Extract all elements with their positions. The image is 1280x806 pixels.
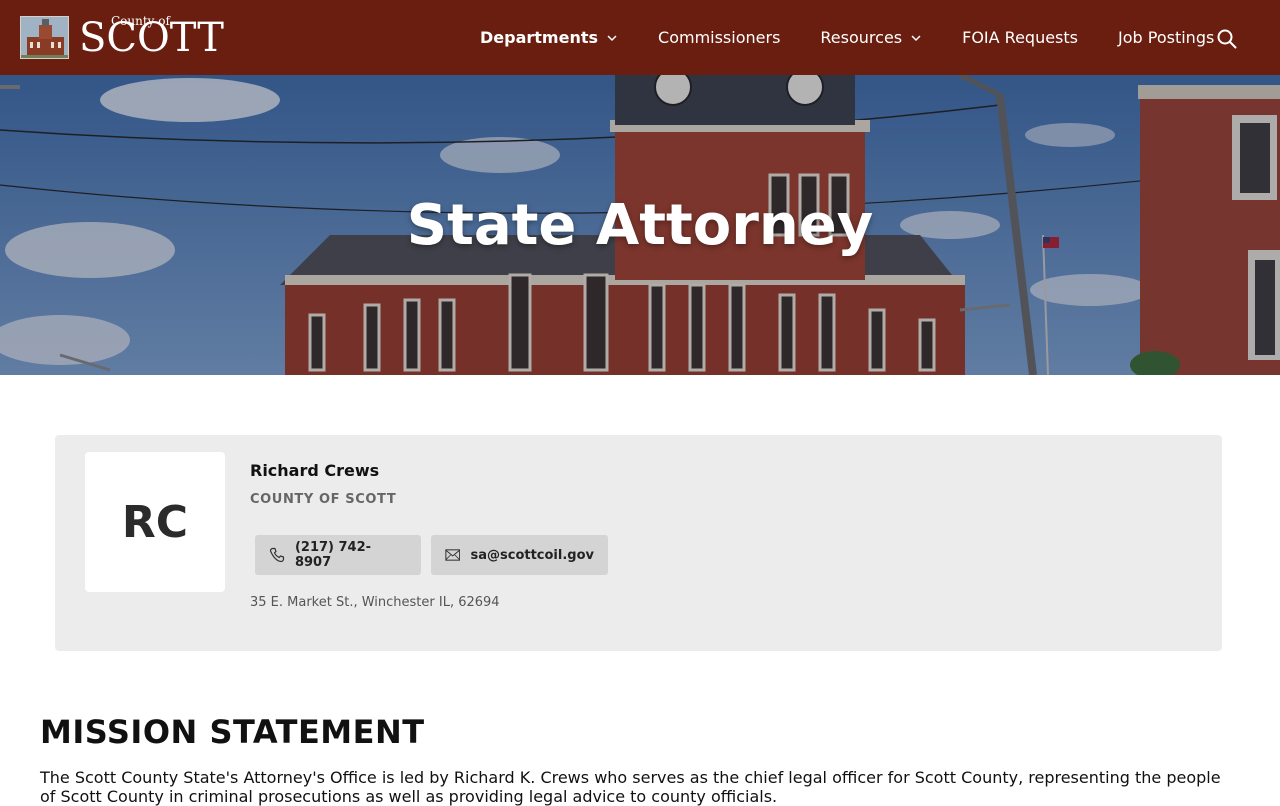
email-address: sa@scottcoil.gov bbox=[470, 547, 594, 563]
nav-item-label: Job Postings bbox=[1118, 28, 1215, 47]
email-button[interactable]: sa@scottcoil.gov bbox=[431, 535, 608, 575]
phone-icon bbox=[269, 547, 285, 563]
office-address: 35 E. Market St., Winchester IL, 62694 bbox=[250, 595, 500, 610]
main-nav: Departments Commissioners Resources FOIA… bbox=[480, 0, 1254, 75]
nav-item-label: FOIA Requests bbox=[962, 28, 1078, 47]
envelope-icon bbox=[445, 549, 461, 561]
hero-banner: State Attorney bbox=[0, 75, 1280, 375]
official-organization: COUNTY OF SCOTT bbox=[250, 492, 397, 507]
phone-number: (217) 742-8907 bbox=[294, 540, 372, 570]
phone-button[interactable]: (217) 742-8907 bbox=[255, 535, 421, 575]
nav-item-job-postings[interactable]: Job Postings bbox=[1118, 28, 1214, 47]
avatar: RC bbox=[85, 452, 225, 592]
chevron-down-icon bbox=[911, 34, 921, 41]
search-icon bbox=[1217, 29, 1237, 49]
nav-item-label: Departments bbox=[480, 28, 599, 47]
chevron-down-icon bbox=[607, 34, 617, 41]
official-name: Richard Crews bbox=[250, 461, 380, 480]
nav-item-label: Resources bbox=[820, 28, 903, 47]
nav-item-resources[interactable]: Resources bbox=[820, 28, 922, 47]
nav-item-commissioners[interactable]: Commissioners bbox=[658, 28, 780, 47]
logo-big-text: SCOTT bbox=[79, 15, 224, 61]
page-title: State Attorney bbox=[406, 193, 874, 258]
nav-item-label: Commissioners bbox=[658, 28, 781, 47]
nav-item-departments[interactable]: Departments bbox=[480, 28, 618, 47]
mission-heading: MISSION STATEMENT bbox=[40, 713, 425, 751]
logo-wordmark: County of SCOTT bbox=[79, 14, 224, 59]
courthouse-logo-image bbox=[20, 15, 69, 59]
site-header: County of SCOTT Departments Commissioner… bbox=[0, 0, 1280, 75]
search-button[interactable] bbox=[1216, 28, 1238, 50]
mission-text: The Scott County State's Attorney's Offi… bbox=[40, 768, 1221, 806]
county-logo[interactable]: County of SCOTT bbox=[20, 14, 224, 59]
nav-item-foia-requests[interactable]: FOIA Requests bbox=[962, 28, 1078, 47]
official-profile-card: RC Richard Crews COUNTY OF SCOTT (217) 7… bbox=[55, 435, 1222, 651]
